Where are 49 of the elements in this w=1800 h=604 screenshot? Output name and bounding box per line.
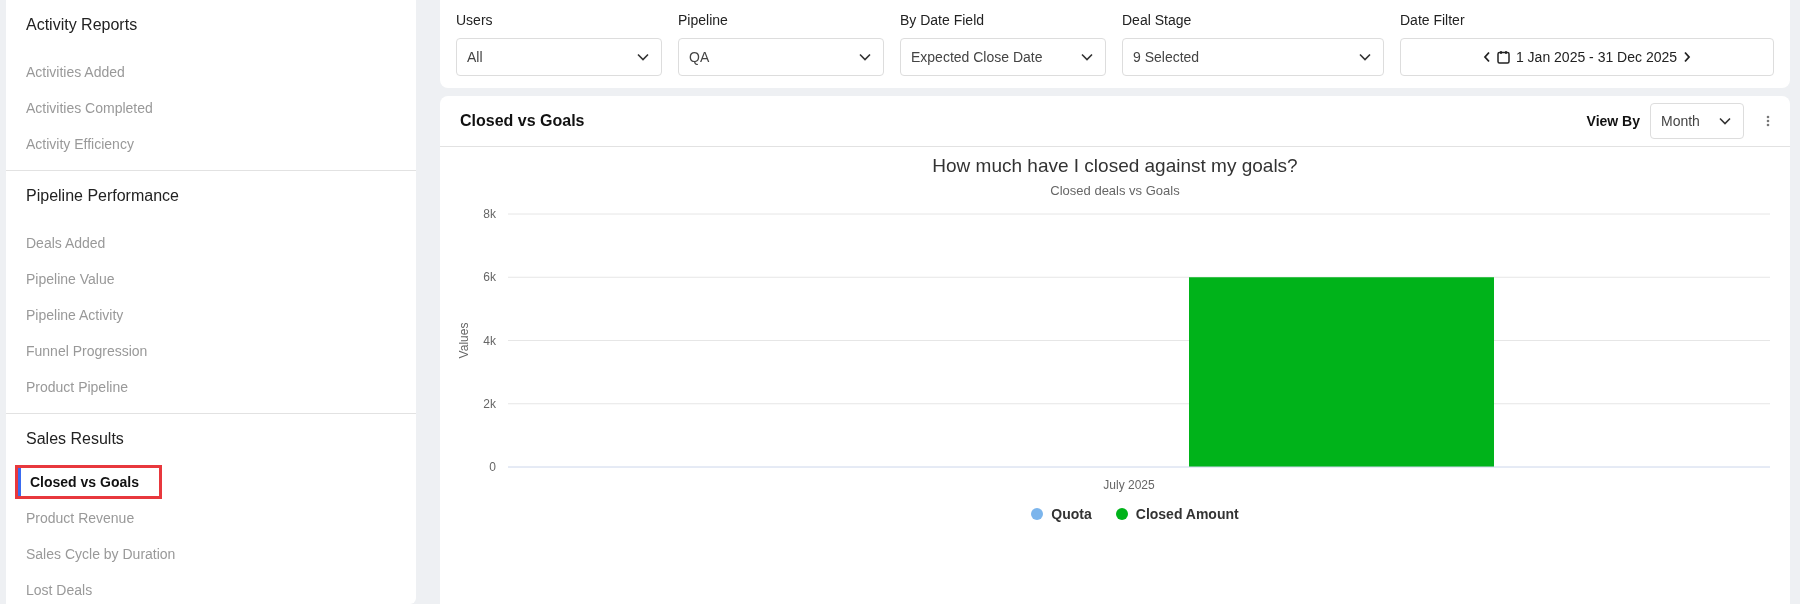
chevron-left-icon[interactable] — [1482, 51, 1491, 63]
sidebar-item[interactable]: Lost Deals — [20, 572, 113, 604]
calendar-icon — [1496, 50, 1510, 64]
filter-label: Pipeline — [678, 12, 729, 28]
filter-label: Date Filter — [1400, 12, 1466, 28]
more-options-icon[interactable] — [1766, 115, 1770, 127]
date-range-text: 1 Jan 2025 - 31 Dec 2025 — [1515, 49, 1678, 65]
axis-title: Values — [457, 322, 471, 359]
chevron-right-icon[interactable] — [1683, 51, 1692, 63]
filter-label: Deal Stage — [1122, 12, 1193, 28]
sidebar-item[interactable]: Closed vs Goals — [18, 468, 159, 496]
section-heading: Activity Reports — [25, 16, 139, 35]
chart-subtitle: Closed deals vs Goals — [1050, 183, 1180, 198]
sidebar-item[interactable]: Funnel Progression — [20, 333, 168, 369]
section-heading: Pipeline Performance — [25, 187, 180, 206]
axis-tick-label: 8k — [483, 207, 496, 221]
dropdown[interactable]: QA — [678, 38, 884, 76]
sidebar-item[interactable]: Product Pipeline — [20, 369, 148, 405]
sidebar-item[interactable]: Activities Added — [20, 54, 145, 90]
axis-tick-label: 2k — [483, 396, 496, 411]
sidebar-item[interactable]: Activity Efficiency — [20, 126, 154, 162]
sidebar-item[interactable]: Pipeline Activity — [20, 297, 144, 333]
axis-tick-label: 0 — [489, 460, 496, 474]
view-by-label: View By — [1586, 113, 1640, 129]
dropdown[interactable]: Expected Close Date — [900, 38, 1106, 76]
section-heading: Sales Results — [25, 430, 125, 449]
dropdown[interactable]: All — [456, 38, 662, 76]
chevron-down-icon — [1719, 117, 1731, 125]
chart-title: How much have I closed against my goals? — [932, 155, 1298, 177]
sidebar-item[interactable]: Sales Cycle by Duration — [20, 536, 196, 572]
legend-label[interactable]: Quota — [1051, 506, 1092, 522]
chevron-down-icon — [637, 53, 649, 61]
view-by-dropdown[interactable]: Month — [1650, 103, 1744, 139]
axis-tick-label: 4k — [483, 333, 496, 348]
axis-category-label: July 2025 — [1103, 478, 1155, 492]
filter-label: Users — [456, 12, 494, 28]
sidebar-item[interactable]: Activities Completed — [20, 90, 173, 126]
filter-label: By Date Field — [900, 12, 986, 28]
chevron-down-icon — [1359, 53, 1371, 61]
dropdown[interactable]: 9 Selected — [1122, 38, 1384, 76]
report-title: Closed vs Goals — [460, 112, 586, 130]
legend-label[interactable]: Closed Amount — [1135, 506, 1239, 522]
axis-tick-label: 6k — [483, 270, 496, 285]
sidebar-item[interactable]: Pipeline Value — [20, 261, 135, 297]
sidebar-item[interactable]: Deals Added — [20, 225, 126, 261]
date-range-field[interactable]: 1 Jan 2025 - 31 Dec 2025 — [1400, 38, 1774, 76]
chevron-down-icon — [1081, 53, 1093, 61]
sidebar-item[interactable]: Product Revenue — [20, 500, 155, 536]
chevron-down-icon — [859, 53, 871, 61]
